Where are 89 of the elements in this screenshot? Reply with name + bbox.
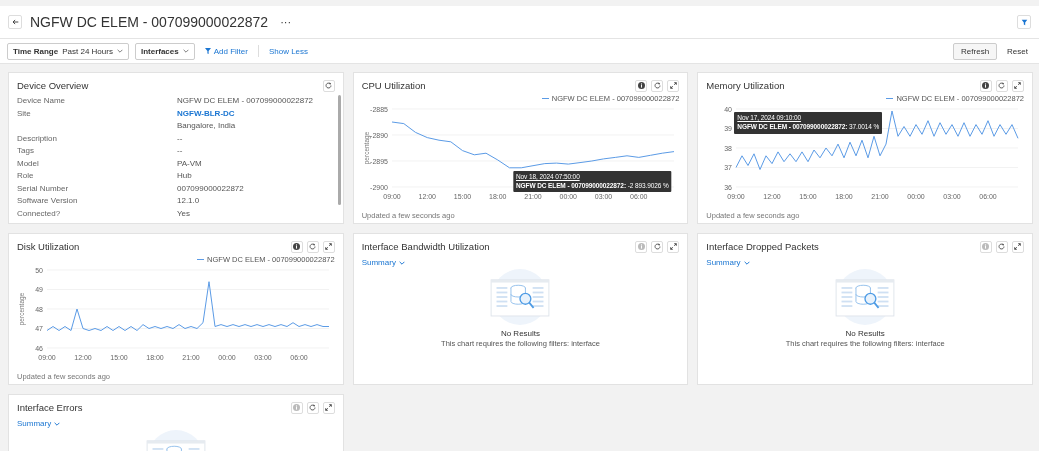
info-icon: [637, 82, 645, 89]
expand-button[interactable]: [1012, 79, 1024, 92]
refresh-icon: [653, 243, 661, 250]
info-button[interactable]: [635, 79, 648, 92]
scrollbar[interactable]: [337, 95, 341, 205]
refresh-button[interactable]: [306, 401, 319, 414]
back-button[interactable]: [8, 15, 22, 29]
filter-icon: [204, 48, 211, 54]
expand-button[interactable]: [667, 79, 680, 92]
field-label: Serial Number: [17, 183, 70, 193]
expand-icon: [325, 243, 333, 250]
back-arrow-icon: [11, 19, 19, 25]
expand-icon: [669, 82, 677, 89]
expand-button[interactable]: [322, 401, 335, 414]
filter-icon: [1020, 18, 1028, 26]
refresh-icon: [998, 243, 1006, 250]
field-value: 12.1.0: [177, 196, 201, 206]
field-value: NGFW DC ELEM - 007099000022872: [177, 96, 315, 106]
field-value: Hub: [177, 171, 193, 181]
chevron-down-icon: [743, 260, 750, 265]
info-icon: [982, 243, 990, 250]
info-button[interactable]: [290, 240, 303, 253]
refresh-icon: [309, 243, 317, 250]
refresh-button[interactable]: [322, 79, 335, 92]
refresh-button[interactable]: [996, 240, 1008, 253]
show-less-link[interactable]: Show Less: [264, 46, 313, 56]
chevron-down-icon: [398, 260, 405, 265]
field-value: --: [177, 146, 184, 156]
more-button[interactable]: ···: [276, 16, 296, 28]
legend-swatch: [541, 97, 549, 100]
info-icon: [982, 82, 990, 89]
expand-button[interactable]: [322, 240, 335, 253]
add-filter-link[interactable]: Add Filter: [200, 46, 252, 56]
info-icon: [637, 243, 645, 250]
no-results-title: No Results: [500, 329, 541, 338]
refresh-button[interactable]: [306, 240, 319, 253]
legend-swatch: [886, 97, 894, 100]
field-label: Tags: [17, 146, 35, 156]
panel-title: Disk Utilization: [17, 241, 81, 252]
field-value: Yes: [177, 208, 192, 218]
panel-title: Interface Dropped Packets: [706, 241, 820, 252]
site-link[interactable]: NGFW-BLR-DC: [177, 108, 323, 118]
expand-button[interactable]: [1012, 240, 1024, 253]
panel-title: CPU Utilization: [361, 80, 427, 91]
interfaces-dropdown[interactable]: Interfaces: [134, 42, 195, 60]
refresh-button[interactable]: Refresh: [953, 42, 998, 60]
chevron-down-icon: [116, 49, 123, 53]
field-value: 007099000022872: [177, 183, 245, 193]
panel-title: Device Overview: [17, 80, 90, 91]
refresh-button[interactable]: [651, 240, 664, 253]
summary-dropdown[interactable]: Summary: [361, 258, 405, 267]
field-label: Model: [17, 158, 40, 168]
reset-button[interactable]: Reset: [1003, 46, 1032, 56]
expand-icon: [325, 404, 333, 411]
field-value: PA-VM: [177, 158, 203, 168]
chevron-down-icon: [182, 49, 189, 53]
field-label: Description: [17, 133, 58, 143]
expand-icon: [669, 243, 677, 250]
info-icon: [293, 404, 301, 411]
page-title: NGFW DC ELEM - 007099000022872: [30, 14, 269, 30]
info-icon: [293, 243, 301, 250]
filter-toggle-button[interactable]: [1017, 15, 1031, 29]
field-label: Role: [17, 171, 35, 181]
panel-title: Interface Bandwidth Utilization: [361, 241, 491, 252]
refresh-button[interactable]: [651, 79, 664, 92]
field-label: Software Version: [17, 196, 79, 206]
refresh-icon: [309, 404, 317, 411]
field-label: Connected?: [17, 208, 62, 218]
refresh-icon: [998, 82, 1006, 89]
panel-title: Interface Errors: [17, 402, 84, 413]
summary-dropdown[interactable]: Summary: [17, 419, 61, 428]
panel-title: Memory Utilization: [706, 80, 786, 91]
refresh-button[interactable]: [996, 79, 1008, 92]
field-note: Bangalore, India: [177, 121, 237, 131]
expand-button[interactable]: [667, 240, 680, 253]
field-label: Device Name: [17, 96, 66, 106]
time-range-value: Past 24 Hours: [62, 46, 113, 56]
field-label: Site: [17, 108, 32, 120]
summary-dropdown[interactable]: Summary: [706, 258, 750, 267]
chevron-down-icon: [54, 421, 61, 426]
refresh-icon: [653, 82, 661, 89]
field-value: --: [177, 133, 184, 143]
no-results-title: No Results: [845, 329, 885, 338]
legend-swatch: [197, 258, 205, 261]
time-range-dropdown[interactable]: Time Range Past 24 Hours: [7, 42, 129, 60]
info-button[interactable]: [980, 79, 992, 92]
expand-icon: [1014, 243, 1022, 250]
refresh-icon: [325, 82, 333, 89]
expand-icon: [1014, 82, 1022, 89]
